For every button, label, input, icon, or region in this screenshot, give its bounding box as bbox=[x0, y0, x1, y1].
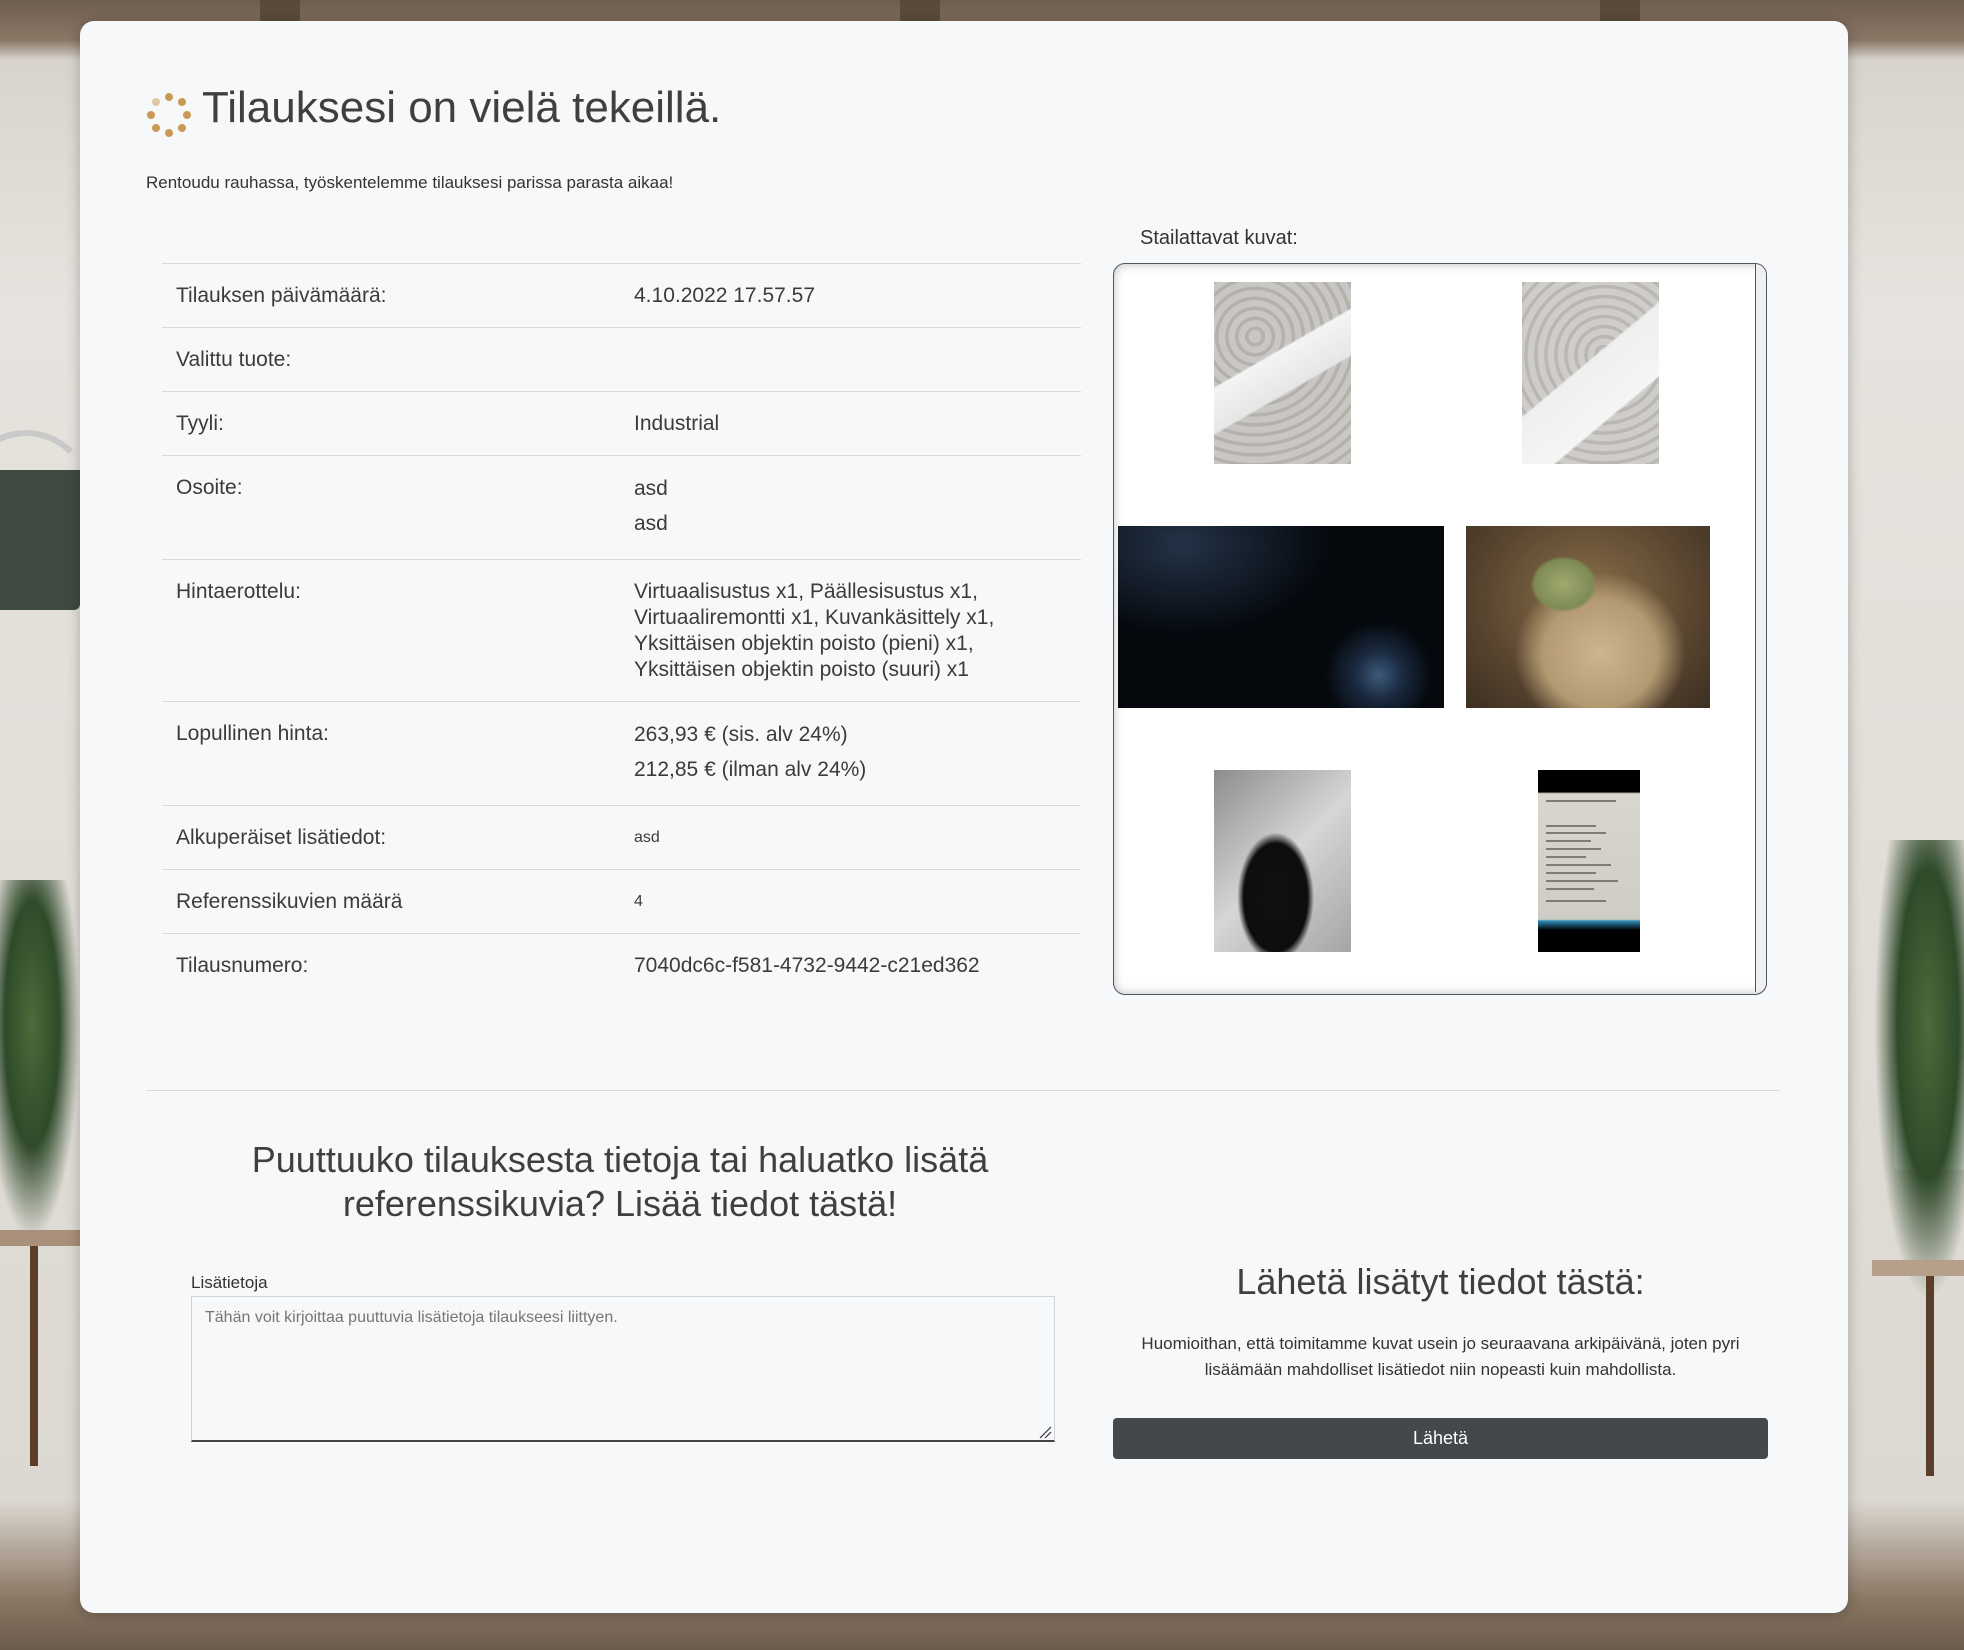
row-value: 7040dc6c-f581-4732-9442-c21ed362 bbox=[620, 933, 1081, 997]
order-details-table: Tilauksen päivämäärä: 4.10.2022 17.57.57… bbox=[162, 263, 1081, 997]
table-row: Referenssikuvien määrä 4 bbox=[162, 869, 1081, 934]
table-row: Valittu tuote: bbox=[162, 327, 1081, 392]
gallery-image-space[interactable] bbox=[1118, 526, 1444, 708]
row-label: Referenssikuvien määrä bbox=[162, 869, 620, 934]
gallery-image-screen-photo[interactable] bbox=[1538, 770, 1640, 952]
additional-info-label: Lisätietoja bbox=[191, 1273, 268, 1292]
send-heading: Lähetä lisätyt tiedot tästä: bbox=[1236, 1261, 1645, 1302]
background-plant-left bbox=[0, 880, 80, 1240]
background-side-table-right bbox=[1872, 1260, 1964, 1276]
row-value: 4.10.2022 17.57.57 bbox=[620, 263, 1081, 328]
price-without-vat: 212,85 € (ilman alv 24%) bbox=[634, 758, 867, 781]
additional-info-textarea[interactable] bbox=[191, 1296, 1055, 1442]
background-plant-right bbox=[1874, 840, 1964, 1300]
row-label: Osoite: bbox=[162, 455, 620, 560]
table-row: Tilauksen päivämäärä: 4.10.2022 17.57.57 bbox=[162, 263, 1081, 328]
row-label: Valittu tuote: bbox=[162, 327, 620, 392]
background-table-leg-left bbox=[30, 1246, 38, 1466]
gallery-image-headphones[interactable] bbox=[1214, 770, 1351, 952]
row-label: Tyyli: bbox=[162, 391, 620, 456]
address-line: asd bbox=[634, 512, 668, 535]
additional-info-heading: Puuttuuko tilauksesta tietoja tai haluat… bbox=[251, 1139, 989, 1224]
row-value: asd asd bbox=[620, 455, 1081, 560]
resize-handle-icon[interactable] bbox=[1038, 1425, 1052, 1439]
section-divider bbox=[146, 1090, 1780, 1091]
image-gallery[interactable] bbox=[1113, 263, 1767, 995]
table-row: Hintaerottelu: Virtuaalisustus x1, Pääll… bbox=[162, 559, 1081, 702]
row-label: Alkuperäiset lisätiedot: bbox=[162, 805, 620, 870]
order-status-card: Tilauksesi on vielä tekeillä. Rentoudu r… bbox=[80, 21, 1848, 1613]
page-title: Tilauksesi on vielä tekeillä. bbox=[202, 83, 722, 132]
table-row: Osoite: asd asd bbox=[162, 455, 1081, 560]
row-value bbox=[620, 327, 1081, 392]
background-table-leg-right bbox=[1926, 1276, 1934, 1476]
background-floor-lamp bbox=[0, 470, 80, 610]
row-label: Lopullinen hinta: bbox=[162, 701, 620, 806]
row-value: 263,93 € (sis. alv 24%) 212,85 € (ilman … bbox=[620, 701, 1081, 806]
gallery-image-keyboard[interactable] bbox=[1214, 282, 1351, 464]
gallery-image-keyboard-back[interactable] bbox=[1522, 282, 1659, 464]
table-row: Alkuperäiset lisätiedot: asd bbox=[162, 805, 1081, 870]
page-subtitle: Rentoudu rauhassa, työskentelemme tilauk… bbox=[146, 173, 674, 192]
send-note: Huomioithan, että toimitamme kuvat usein… bbox=[1141, 1334, 1740, 1379]
price-with-vat: 263,93 € (sis. alv 24%) bbox=[634, 723, 848, 746]
gallery-label: Stailattavat kuvat: bbox=[1140, 227, 1298, 249]
row-label: Tilausnumero: bbox=[162, 933, 620, 997]
table-row: Tyyli: Industrial bbox=[162, 391, 1081, 456]
gallery-image-character[interactable] bbox=[1466, 526, 1710, 708]
background-side-table-left bbox=[0, 1230, 80, 1246]
send-button[interactable]: Lähetä bbox=[1113, 1418, 1768, 1459]
row-label: Tilauksen päivämäärä: bbox=[162, 263, 620, 328]
address-line: asd bbox=[634, 477, 668, 500]
table-row: Tilausnumero: 7040dc6c-f581-4732-9442-c2… bbox=[162, 933, 1081, 997]
table-row: Lopullinen hinta: 263,93 € (sis. alv 24%… bbox=[162, 701, 1081, 806]
row-value: Industrial bbox=[620, 391, 1081, 456]
gallery-scrollbar[interactable] bbox=[1755, 264, 1766, 992]
row-value: 4 bbox=[620, 869, 1081, 934]
row-value: Virtuaalisustus x1, Päällesisustus x1, V… bbox=[620, 559, 1081, 702]
loading-spinner-icon bbox=[146, 93, 192, 139]
row-label: Hintaerottelu: bbox=[162, 559, 620, 702]
row-value: asd bbox=[620, 805, 1081, 870]
